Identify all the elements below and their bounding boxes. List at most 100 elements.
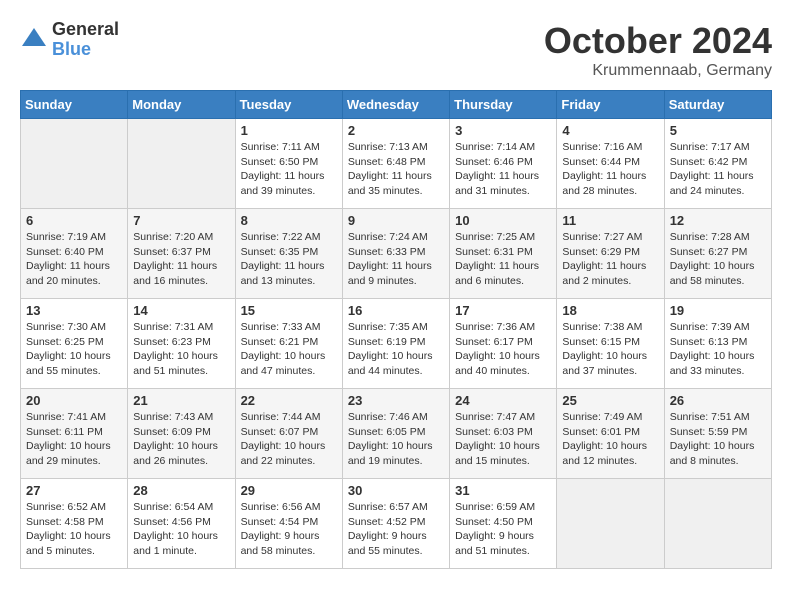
day-info: Sunrise: 7:25 AM Sunset: 6:31 PM Dayligh…: [455, 230, 551, 289]
day-number: 27: [26, 483, 122, 498]
day-info: Sunrise: 7:11 AM Sunset: 6:50 PM Dayligh…: [241, 140, 337, 199]
day-info: Sunrise: 7:20 AM Sunset: 6:37 PM Dayligh…: [133, 230, 229, 289]
logo-text: General Blue: [52, 20, 119, 60]
calendar-cell: 29 Sunrise: 6:56 AM Sunset: 4:54 PM Dayli…: [235, 479, 342, 569]
day-info: Sunrise: 7:30 AM Sunset: 6:25 PM Dayligh…: [26, 320, 122, 379]
day-number: 3: [455, 123, 551, 138]
calendar-cell: 11 Sunrise: 7:27 AM Sunset: 6:29 PM Dayli…: [557, 209, 664, 299]
day-number: 10: [455, 213, 551, 228]
logo-icon: [20, 26, 48, 54]
day-number: 4: [562, 123, 658, 138]
day-number: 17: [455, 303, 551, 318]
day-info: Sunrise: 7:19 AM Sunset: 6:40 PM Dayligh…: [26, 230, 122, 289]
day-number: 31: [455, 483, 551, 498]
day-number: 8: [241, 213, 337, 228]
day-number: 24: [455, 393, 551, 408]
day-number: 13: [26, 303, 122, 318]
weekday-header-saturday: Saturday: [664, 91, 771, 119]
calendar-cell: [557, 479, 664, 569]
weekday-header-monday: Monday: [128, 91, 235, 119]
calendar-cell: 24 Sunrise: 7:47 AM Sunset: 6:03 PM Dayli…: [450, 389, 557, 479]
calendar-cell: 4Sunrise: 7:16 AM Sunset: 6:44 PM Daylig…: [557, 119, 664, 209]
calendar-cell: 20 Sunrise: 7:41 AM Sunset: 6:11 PM Dayli…: [21, 389, 128, 479]
day-info: Sunrise: 7:35 AM Sunset: 6:19 PM Dayligh…: [348, 320, 444, 379]
calendar-cell: [128, 119, 235, 209]
calendar-cell: 1Sunrise: 7:11 AM Sunset: 6:50 PM Daylig…: [235, 119, 342, 209]
day-number: 30: [348, 483, 444, 498]
day-info: Sunrise: 6:56 AM Sunset: 4:54 PM Dayligh…: [241, 500, 337, 559]
day-number: 16: [348, 303, 444, 318]
day-number: 23: [348, 393, 444, 408]
calendar-cell: 15Sunrise: 7:33 AM Sunset: 6:21 PM Dayli…: [235, 299, 342, 389]
calendar-cell: 30 Sunrise: 6:57 AM Sunset: 4:52 PM Dayli…: [342, 479, 449, 569]
day-number: 7: [133, 213, 229, 228]
day-number: 29: [241, 483, 337, 498]
day-info: Sunrise: 6:59 AM Sunset: 4:50 PM Dayligh…: [455, 500, 551, 559]
calendar-cell: 7 Sunrise: 7:20 AM Sunset: 6:37 PM Daylig…: [128, 209, 235, 299]
calendar-cell: 23 Sunrise: 7:46 AM Sunset: 6:05 PM Dayli…: [342, 389, 449, 479]
day-info: Sunrise: 7:46 AM Sunset: 6:05 PM Dayligh…: [348, 410, 444, 469]
week-row-3: 13 Sunrise: 7:30 AM Sunset: 6:25 PM Dayli…: [21, 299, 772, 389]
location: Krummennaab, Germany: [544, 62, 772, 80]
calendar-cell: 21Sunrise: 7:43 AM Sunset: 6:09 PM Dayli…: [128, 389, 235, 479]
calendar-cell: 5Sunrise: 7:17 AM Sunset: 6:42 PM Daylig…: [664, 119, 771, 209]
day-number: 18: [562, 303, 658, 318]
calendar-cell: 17Sunrise: 7:36 AM Sunset: 6:17 PM Dayli…: [450, 299, 557, 389]
logo-line2: Blue: [52, 40, 119, 60]
calendar-cell: 27 Sunrise: 6:52 AM Sunset: 4:58 PM Dayli…: [21, 479, 128, 569]
weekday-header-thursday: Thursday: [450, 91, 557, 119]
day-number: 14: [133, 303, 229, 318]
week-row-5: 27 Sunrise: 6:52 AM Sunset: 4:58 PM Dayli…: [21, 479, 772, 569]
day-info: Sunrise: 7:47 AM Sunset: 6:03 PM Dayligh…: [455, 410, 551, 469]
day-info: Sunrise: 7:43 AM Sunset: 6:09 PM Dayligh…: [133, 410, 229, 469]
header: General Blue October 2024 Krummennaab, G…: [20, 20, 772, 80]
weekday-header-sunday: Sunday: [21, 91, 128, 119]
weekday-header-tuesday: Tuesday: [235, 91, 342, 119]
day-number: 28: [133, 483, 229, 498]
day-info: Sunrise: 7:14 AM Sunset: 6:46 PM Dayligh…: [455, 140, 551, 199]
month-title: October 2024: [544, 20, 772, 62]
calendar-cell: 26 Sunrise: 7:51 AM Sunset: 5:59 PM Dayli…: [664, 389, 771, 479]
day-number: 6: [26, 213, 122, 228]
day-info: Sunrise: 7:39 AM Sunset: 6:13 PM Dayligh…: [670, 320, 766, 379]
day-number: 11: [562, 213, 658, 228]
calendar-cell: 6 Sunrise: 7:19 AM Sunset: 6:40 PM Daylig…: [21, 209, 128, 299]
calendar-cell: 9 Sunrise: 7:24 AM Sunset: 6:33 PM Daylig…: [342, 209, 449, 299]
calendar-cell: 19 Sunrise: 7:39 AM Sunset: 6:13 PM Dayli…: [664, 299, 771, 389]
title-area: October 2024 Krummennaab, Germany: [544, 20, 772, 80]
day-number: 5: [670, 123, 766, 138]
calendar-body: 1Sunrise: 7:11 AM Sunset: 6:50 PM Daylig…: [21, 119, 772, 569]
day-info: Sunrise: 6:57 AM Sunset: 4:52 PM Dayligh…: [348, 500, 444, 559]
week-row-4: 20 Sunrise: 7:41 AM Sunset: 6:11 PM Dayli…: [21, 389, 772, 479]
day-info: Sunrise: 7:33 AM Sunset: 6:21 PM Dayligh…: [241, 320, 337, 379]
day-number: 12: [670, 213, 766, 228]
calendar-cell: 14 Sunrise: 7:31 AM Sunset: 6:23 PM Dayli…: [128, 299, 235, 389]
day-info: Sunrise: 7:49 AM Sunset: 6:01 PM Dayligh…: [562, 410, 658, 469]
calendar-cell: 28 Sunrise: 6:54 AM Sunset: 4:56 PM Dayli…: [128, 479, 235, 569]
calendar-header: SundayMondayTuesdayWednesdayThursdayFrid…: [21, 91, 772, 119]
day-info: Sunrise: 7:51 AM Sunset: 5:59 PM Dayligh…: [670, 410, 766, 469]
weekday-header-friday: Friday: [557, 91, 664, 119]
calendar-cell: 13 Sunrise: 7:30 AM Sunset: 6:25 PM Dayli…: [21, 299, 128, 389]
day-info: Sunrise: 7:22 AM Sunset: 6:35 PM Dayligh…: [241, 230, 337, 289]
day-info: Sunrise: 6:54 AM Sunset: 4:56 PM Dayligh…: [133, 500, 229, 559]
calendar-cell: 8 Sunrise: 7:22 AM Sunset: 6:35 PM Daylig…: [235, 209, 342, 299]
day-info: Sunrise: 7:44 AM Sunset: 6:07 PM Dayligh…: [241, 410, 337, 469]
day-number: 2: [348, 123, 444, 138]
calendar-cell: 3 Sunrise: 7:14 AM Sunset: 6:46 PM Daylig…: [450, 119, 557, 209]
day-number: 9: [348, 213, 444, 228]
day-number: 26: [670, 393, 766, 408]
day-info: Sunrise: 7:38 AM Sunset: 6:15 PM Dayligh…: [562, 320, 658, 379]
day-number: 19: [670, 303, 766, 318]
calendar-cell: [21, 119, 128, 209]
logo-line1: General: [52, 20, 119, 40]
day-info: Sunrise: 7:31 AM Sunset: 6:23 PM Dayligh…: [133, 320, 229, 379]
day-info: Sunrise: 7:27 AM Sunset: 6:29 PM Dayligh…: [562, 230, 658, 289]
day-number: 22: [241, 393, 337, 408]
calendar-cell: 2Sunrise: 7:13 AM Sunset: 6:48 PM Daylig…: [342, 119, 449, 209]
day-info: Sunrise: 6:52 AM Sunset: 4:58 PM Dayligh…: [26, 500, 122, 559]
day-number: 20: [26, 393, 122, 408]
day-info: Sunrise: 7:41 AM Sunset: 6:11 PM Dayligh…: [26, 410, 122, 469]
day-info: Sunrise: 7:24 AM Sunset: 6:33 PM Dayligh…: [348, 230, 444, 289]
calendar-cell: 10 Sunrise: 7:25 AM Sunset: 6:31 PM Dayli…: [450, 209, 557, 299]
